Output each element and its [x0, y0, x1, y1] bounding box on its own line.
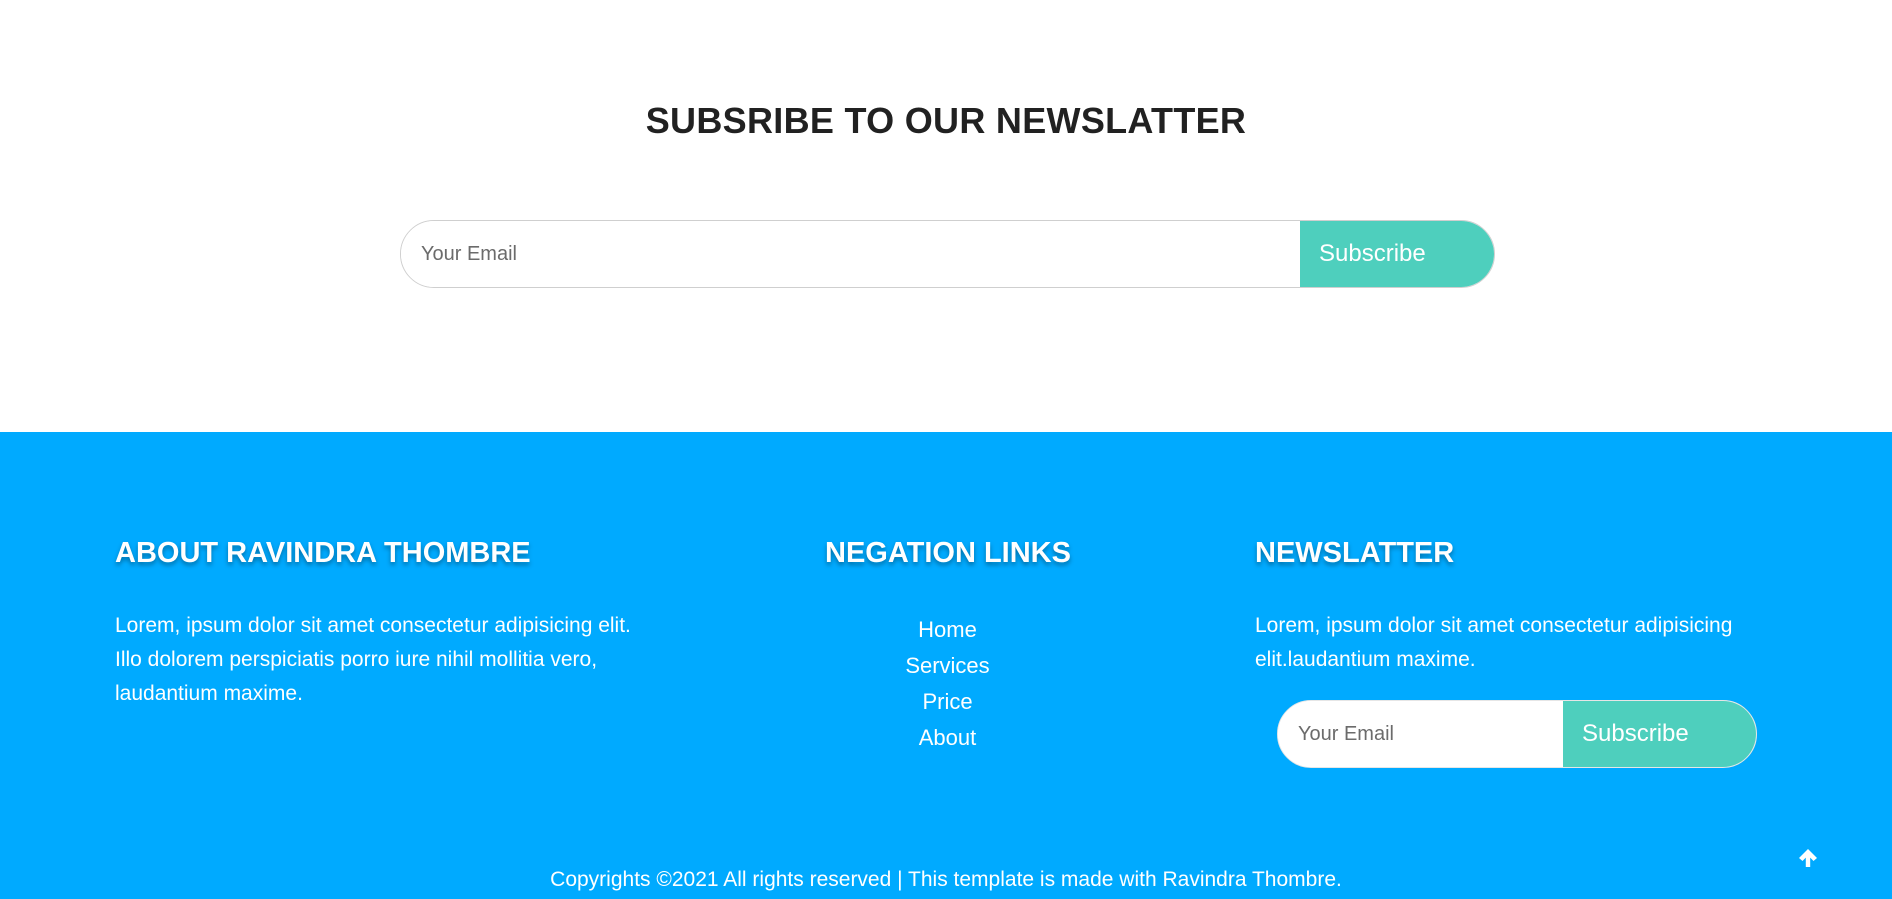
about-title: ABOUT RAVINDRA THOMBRE: [115, 537, 531, 569]
nav-link-about[interactable]: About: [800, 720, 1095, 756]
nav-link-services[interactable]: Services: [800, 648, 1095, 684]
newsletter-title: SUBSRIBE TO OUR NEWSLATTER: [645, 100, 1247, 141]
navigation-links: Home Services Price About: [800, 612, 1095, 756]
newsletter-email-input[interactable]: [401, 221, 1300, 287]
nav-link-price[interactable]: Price: [800, 684, 1095, 720]
footer-subscribe-button[interactable]: Subscribe: [1563, 701, 1756, 767]
footer-email-input[interactable]: [1278, 701, 1563, 767]
footer-newsletter-form: Subscribe: [1277, 700, 1757, 768]
newsletter-section: SUBSRIBE TO OUR NEWSLATTER Subscribe: [0, 0, 1892, 432]
footer-newsletter-title: NEWSLATTER: [1255, 537, 1455, 569]
about-text: Lorem, ipsum dolor sit amet consectetur …: [115, 614, 631, 705]
navigation-title: NEGATION LINKS: [825, 537, 1071, 569]
newsletter-form: Subscribe: [400, 220, 1495, 288]
footer-newsletter-text: Lorem, ipsum dolor sit amet consectetur …: [1255, 614, 1733, 671]
copyright-text: Copyrights ©2021 All rights reserved | T…: [550, 868, 1342, 891]
footer: ABOUT RAVINDRA THOMBRE Lorem, ipsum dolo…: [0, 432, 1892, 899]
nav-link-home[interactable]: Home: [800, 612, 1095, 648]
newsletter-subscribe-button[interactable]: Subscribe: [1300, 221, 1494, 287]
arrow-up-icon[interactable]: [1796, 846, 1820, 870]
